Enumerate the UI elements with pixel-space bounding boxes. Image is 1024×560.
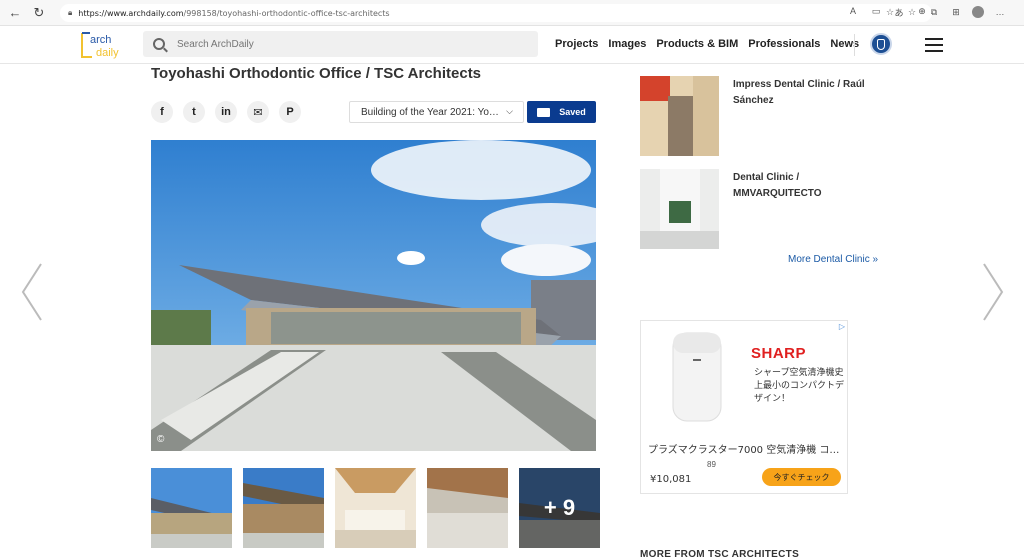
previous-arrow-icon[interactable] [19,262,45,322]
ad-description: シャープ空気清浄機史上最小のコンパクトデザイン！ [754,368,845,404]
pinterest-icon[interactable]: P [279,101,301,123]
share-bar: f t in ✉ P [151,101,301,123]
logo-text-daily: daily [96,47,119,59]
reload-icon[interactable]: ↻ [30,4,48,22]
related-title[interactable]: Impress Dental Clinic / Raúl Sánchez [733,77,883,109]
url-host: https://www.archdaily.com [78,8,184,18]
nav-professionals[interactable]: Professionals [748,38,820,50]
profile-avatar[interactable] [972,6,984,18]
next-arrow-icon[interactable] [980,262,1006,322]
logo-text-arch: arch [90,34,111,46]
main-photo[interactable]: © [151,140,596,451]
search-icon [153,38,165,50]
lock-icon: 🔒︎ [68,8,73,17]
collections-icon[interactable]: ⧉ [928,7,940,18]
facebook-icon[interactable]: f [151,101,173,123]
folder-icon [537,107,551,117]
mail-icon[interactable]: ✉ [247,101,269,123]
more-images-count: + 9 [519,468,600,548]
nav-images[interactable]: Images [608,38,646,50]
saved-label: Saved [559,107,586,117]
thumbnail-strip: + 9 [151,468,600,548]
favorites-bar-icon[interactable]: ☆ [906,7,918,18]
search-input[interactable] [177,38,477,50]
saved-button[interactable]: Saved [527,101,596,123]
immersive-reader-icon[interactable]: ▭ [870,6,882,19]
back-icon[interactable]: ← [6,4,24,22]
copyright-icon: © [157,434,165,445]
site-header: arch daily Projects Images Products & BI… [0,26,1024,64]
read-aloud-icon[interactable]: A [847,6,859,19]
related-image [640,76,719,156]
thumbnail[interactable] [151,468,232,548]
page-title: Toyohashi Orthodontic Office / TSC Archi… [151,65,482,82]
ad-cta-button[interactable]: 今すぐチェック [762,468,841,486]
favorite-icon[interactable]: ☆ [884,7,896,18]
air-purifier-image [672,332,722,422]
related-image [640,169,719,249]
more-icon[interactable]: … [994,7,1006,17]
more-dental-clinic-link[interactable]: More Dental Clinic » [788,254,878,265]
header-divider [854,34,855,56]
nav-projects[interactable]: Projects [555,38,598,50]
user-badge-icon[interactable] [870,33,892,55]
linkedin-icon[interactable]: in [215,101,237,123]
browser-toolbar: ← ↻ 🔒︎ https://www.archdaily.com/998158/… [0,0,1024,26]
extensions-icon[interactable]: ⊞ [950,7,962,18]
related-title[interactable]: Dental Clinic / MMVARQUITECTO [733,170,883,202]
more-from-heading: MORE FROM TSC ARCHITECTS [640,549,800,560]
related-card[interactable]: Impress Dental Clinic / Raúl Sánchez [640,76,880,156]
thumbnail[interactable] [335,468,416,548]
ad-choices-icon[interactable]: ▷ [839,322,845,331]
advertisement[interactable]: ▷ SHARP シャープ空気清浄機史上最小のコンパクトデザイン！ プラズマクラス… [640,320,848,494]
thumbnail[interactable] [243,468,324,548]
menu-icon[interactable] [925,38,943,52]
search-box[interactable] [143,31,538,57]
chevron-down-icon: ⌵ [506,106,513,116]
related-card[interactable]: Dental Clinic / MMVARQUITECTO [640,169,880,249]
main-nav: Projects Images Products & BIM Professio… [555,38,859,50]
nav-products-bim[interactable]: Products & BIM [656,38,738,50]
thumbnail[interactable] [427,468,508,548]
twitter-icon[interactable]: t [183,101,205,123]
archdaily-logo[interactable]: arch daily [80,30,128,60]
folder-select[interactable]: Building of the Year 2021: You… ⌵ [349,101,524,123]
ad-product-name[interactable]: プラズマクラスター7000 空気清浄機 コンパクト [648,441,846,456]
ad-brand: SHARP [751,345,807,362]
thumbnail-more[interactable]: + 9 [519,468,600,548]
address-bar[interactable]: 🔒︎ https://www.archdaily.com/998158/toyo… [60,4,932,22]
folder-select-value: Building of the Year 2021: You… [361,106,501,118]
ad-review-count: 89 [707,460,716,469]
building-photo [151,140,596,451]
ad-price: ¥10,081 [650,474,692,485]
url-path: /998158/toyohashi-orthodontic-office-tsc… [183,8,390,18]
